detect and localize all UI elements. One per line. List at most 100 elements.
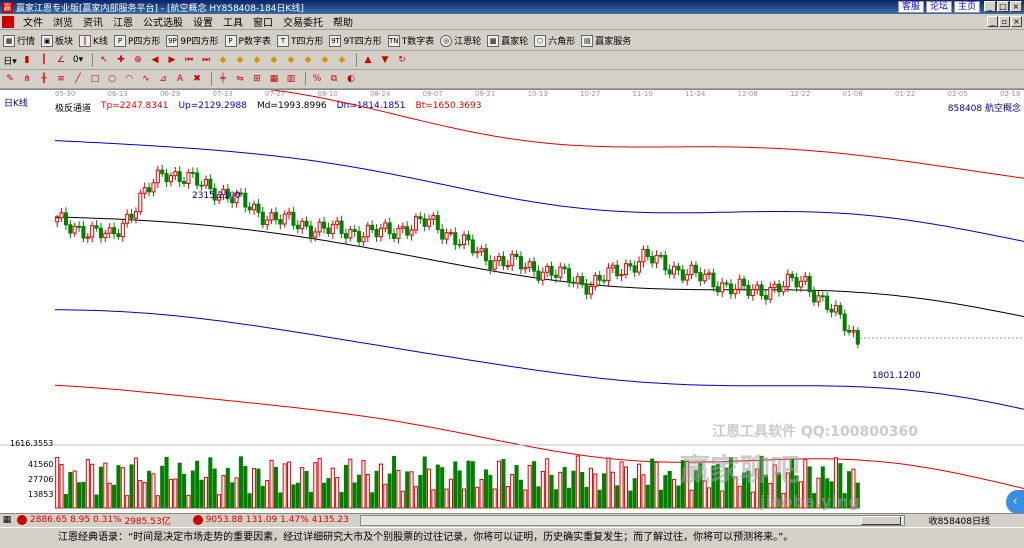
menu-browse[interactable]: 浏览	[48, 14, 78, 29]
scroll-thumb[interactable]	[861, 516, 901, 525]
minimize-icon[interactable]: _	[984, 1, 996, 12]
toolbar-blocks-button[interactable]: ▣ 板块	[41, 34, 73, 47]
cross-icon[interactable]: ✚	[114, 53, 128, 67]
menu-settings[interactable]: 设置	[188, 14, 218, 29]
toolbar-t-square-button[interactable]: T T四方形	[276, 34, 323, 47]
calendar-icon[interactable]: ▦	[0, 513, 14, 527]
candle-body	[265, 219, 270, 226]
ruler-icon[interactable]: ⊿	[156, 72, 170, 86]
volume-axis-1: 41560	[28, 460, 54, 469]
cycle-icon[interactable]: ∿	[139, 72, 153, 86]
volume-bar	[479, 479, 484, 509]
mirror-icon[interactable]: ⇋	[233, 72, 247, 86]
volume-bar	[615, 485, 620, 509]
candle-body	[107, 227, 112, 234]
diamond8-icon[interactable]: ◆	[335, 53, 349, 67]
candle-body	[273, 212, 278, 221]
fib-icon[interactable]: ≡	[54, 72, 68, 86]
toolbar-quotes-button[interactable]: ▦ 行情	[3, 34, 35, 47]
up-arrow-icon[interactable]: ▲	[361, 53, 375, 67]
channel-dn-line	[54, 309, 1024, 410]
bar-style-icon[interactable]: ┃	[37, 53, 51, 67]
child-restore-icon[interactable]: ▫	[999, 16, 1010, 27]
toolbar-service-button[interactable]: ▤ 赢家服务	[581, 34, 631, 47]
period-dropdown[interactable]: 日▾	[3, 53, 17, 67]
candle-body	[352, 229, 357, 233]
child-close-icon[interactable]: ×	[1011, 16, 1022, 27]
toolbar-p-table-button[interactable]: P P数字表	[224, 34, 271, 47]
number-icon[interactable]: 0▾	[71, 53, 85, 67]
link-service[interactable]: 客服	[897, 1, 924, 13]
toolbar-p-square-button[interactable]: P P四方形	[113, 34, 160, 47]
pen-icon[interactable]: ✎	[3, 72, 17, 86]
menu-news[interactable]: 资讯	[78, 14, 108, 29]
menu-window[interactable]: 窗口	[248, 14, 278, 29]
diamond6-icon[interactable]: ◆	[301, 53, 315, 67]
diamond-icon[interactable]: ◆	[216, 53, 230, 67]
diamond7-icon[interactable]: ◆	[318, 53, 332, 67]
candle-style-icon[interactable]: ▮	[20, 53, 34, 67]
volume-bar	[304, 470, 309, 509]
candle-body	[488, 260, 493, 270]
menu-gann[interactable]: 江恩	[108, 14, 138, 29]
sz-index[interactable]: 9053.88 131.09 1.47% 4135.23	[192, 515, 349, 525]
bars-icon[interactable]: ▥	[284, 72, 298, 86]
volume-bar	[352, 482, 357, 509]
fan-icon[interactable]: ⋔	[20, 72, 34, 86]
color-icon[interactable]: ◐	[344, 72, 358, 86]
layers-icon[interactable]: ⧉	[327, 72, 341, 86]
delete-icon[interactable]: ✖	[190, 72, 204, 86]
refresh-icon[interactable]: ↻	[395, 53, 409, 67]
volume-bar	[584, 486, 589, 509]
toolbar-9p-square-button[interactable]: 9P 9P四方形	[166, 34, 219, 47]
text-icon[interactable]: A	[173, 72, 187, 86]
grid-lines-icon[interactable]: ╫	[37, 72, 51, 86]
gann-box-icon[interactable]: ⊞	[250, 72, 264, 86]
gann-angle-icon[interactable]: ∠	[54, 53, 68, 67]
toolbar-winner-wheel-button[interactable]: ▩ 赢家轮	[487, 34, 528, 47]
next-icon[interactable]: ▶	[165, 53, 179, 67]
diamond4-icon[interactable]: ◆	[267, 53, 281, 67]
diamond3-icon[interactable]: ◆	[250, 53, 264, 67]
candle-body	[672, 265, 677, 275]
arc-icon[interactable]: ◠	[122, 72, 136, 86]
last-icon[interactable]: ⏭	[199, 53, 213, 67]
menu-tools[interactable]: 工具	[218, 14, 248, 29]
candle-body	[851, 330, 856, 333]
percent-icon[interactable]: %	[310, 72, 324, 86]
toolbar-t-table-button[interactable]: TN T数字表	[387, 34, 434, 47]
diamond5-icon[interactable]: ◆	[284, 53, 298, 67]
diamond2-icon[interactable]: ◆	[233, 53, 247, 67]
child-minimize-icon[interactable]: _	[987, 16, 998, 27]
first-icon[interactable]: ⏮	[182, 53, 196, 67]
horizontal-scrollbar[interactable]	[360, 515, 905, 526]
candle-body	[532, 261, 537, 272]
calc-icon[interactable]: ▦	[267, 72, 281, 86]
pointer-icon[interactable]: ↖	[97, 53, 111, 67]
menu-formula[interactable]: 公式选股	[138, 14, 188, 29]
kline-chart[interactable]	[0, 90, 1024, 514]
menu-help[interactable]: 帮助	[328, 14, 358, 29]
close-icon[interactable]: ×	[1010, 1, 1022, 12]
toolbar-gann-wheel-button[interactable]: ◎ 江恩轮	[440, 34, 481, 47]
watermark-line2: 赢家聊吧	[680, 453, 800, 488]
toolbar-hexagon-button[interactable]: ⬡ 六角形	[534, 34, 575, 47]
prev-icon[interactable]: ◀	[148, 53, 162, 67]
maximize-icon[interactable]: □	[997, 1, 1009, 12]
down-arrow-icon[interactable]: ▼	[378, 53, 392, 67]
volume-bar	[444, 488, 449, 509]
link-home[interactable]: 主页	[953, 1, 980, 13]
toolbar-kline-button[interactable]: ┃ K线	[79, 34, 108, 47]
menu-file[interactable]: 文件	[18, 14, 48, 29]
square-icon[interactable]: □	[88, 72, 102, 86]
sz-index-icon	[192, 515, 203, 525]
channel-icon[interactable]: ╱	[71, 72, 85, 86]
zoom-icon[interactable]: ⊕	[131, 53, 145, 67]
menu-trade[interactable]: 交易委托	[278, 14, 328, 29]
side-expand-button[interactable]: ‹	[1006, 490, 1024, 514]
level-icon[interactable]: ╪	[216, 72, 230, 86]
sh-index[interactable]: 2886.65 8.95 0.31% 2985.53亿	[17, 514, 171, 527]
circle-icon[interactable]: ○	[105, 72, 119, 86]
link-forum[interactable]: 论坛	[925, 1, 952, 13]
toolbar-9t-square-button[interactable]: 9T 9T四方形	[329, 34, 382, 47]
